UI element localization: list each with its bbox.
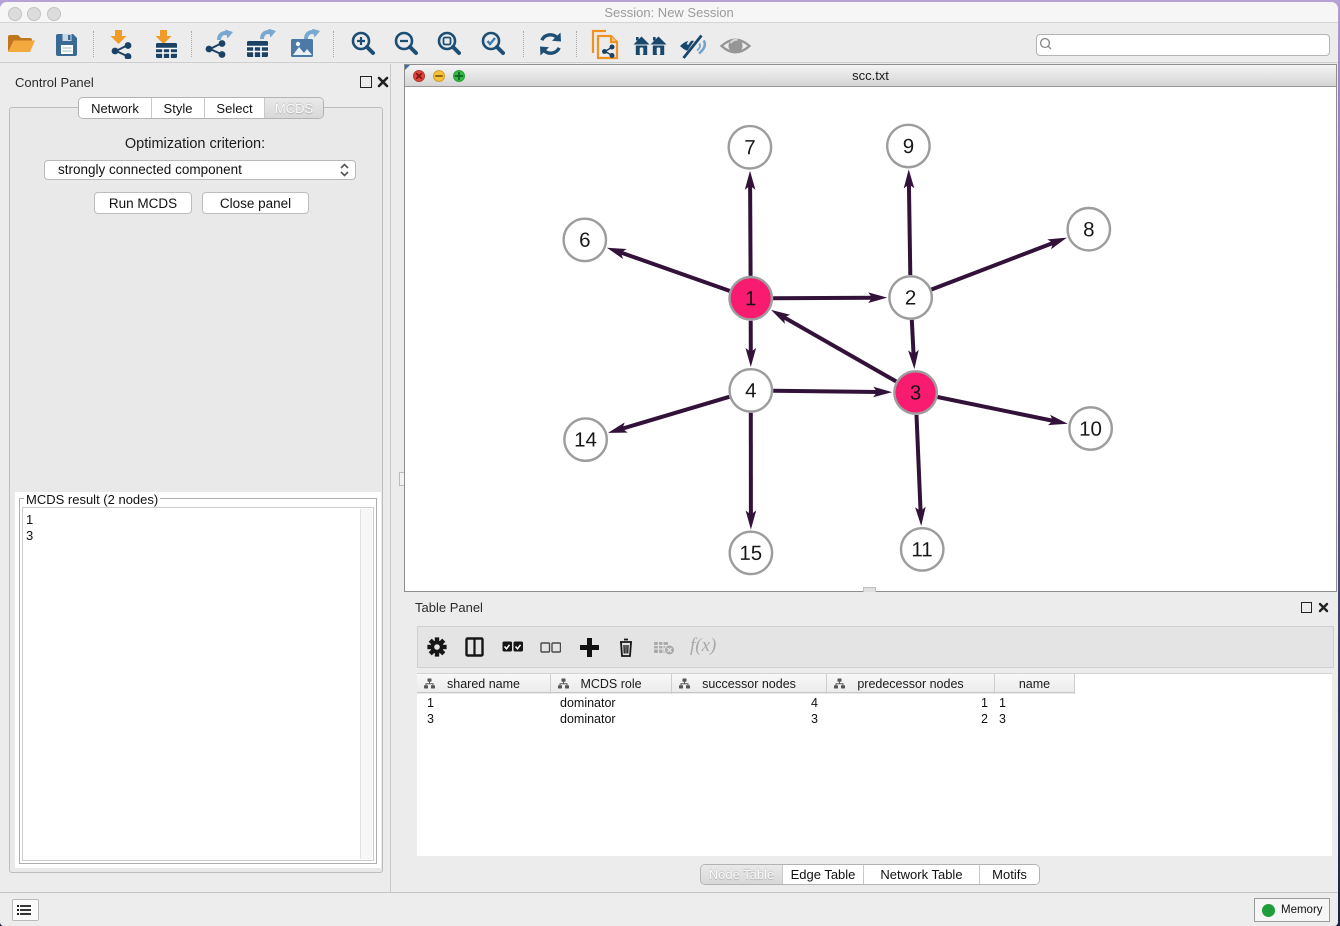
svg-text:14: 14 (574, 428, 597, 451)
svg-text:2: 2 (905, 287, 916, 310)
svg-text:11: 11 (911, 538, 932, 561)
svg-text:15: 15 (739, 542, 762, 565)
svg-text:1: 1 (745, 287, 756, 310)
svg-text:7: 7 (744, 136, 755, 159)
svg-text:6: 6 (579, 229, 590, 252)
svg-text:9: 9 (903, 135, 914, 158)
svg-text:10: 10 (1079, 418, 1102, 441)
svg-text:4: 4 (745, 379, 756, 402)
svg-text:3: 3 (910, 382, 921, 405)
svg-text:8: 8 (1083, 218, 1094, 241)
